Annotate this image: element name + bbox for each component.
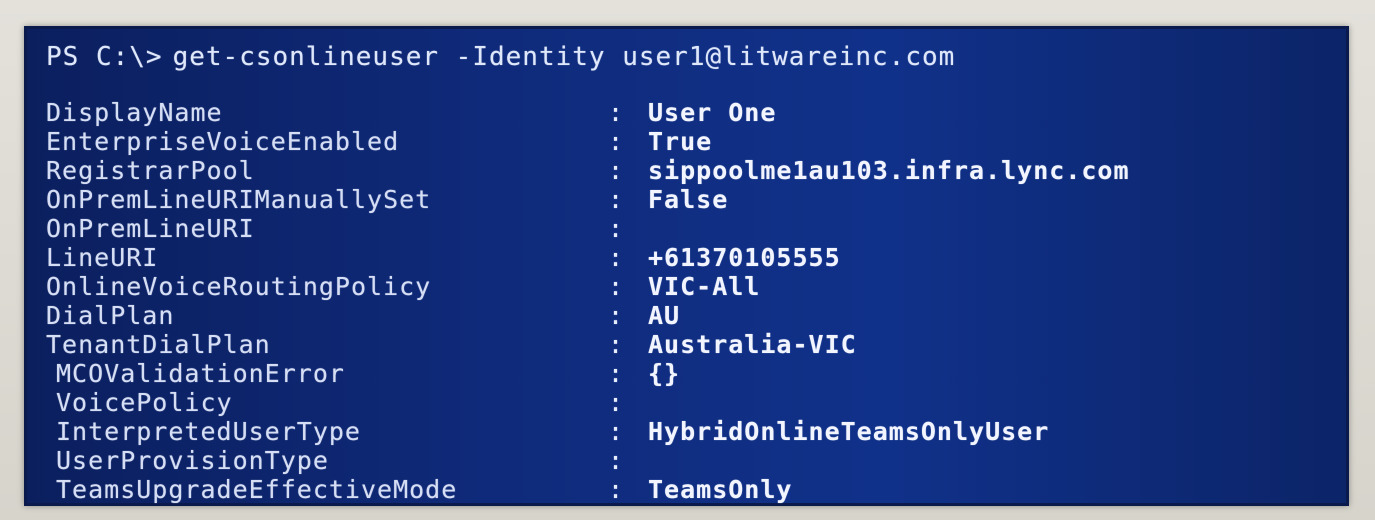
property-name: MCOValidationError: [56, 359, 345, 388]
output-list: DisplayName: User One EnterpriseVoiceEnab…: [46, 98, 1326, 504]
command-text: get-csonlineuser -Identity user1@litware…: [172, 42, 956, 72]
separator: :: [608, 475, 625, 504]
photo-background: PS C:\> get-csonlineuser -Identity user1@…: [0, 0, 1375, 520]
property-name: OnlineVoiceRoutingPolicy: [46, 272, 432, 301]
property-value: HybridOnlineTeamsOnlyUser: [648, 417, 1050, 446]
separator: :: [608, 301, 625, 330]
output-row: EnterpriseVoiceEnabled: True: [46, 127, 1326, 156]
separator: :: [608, 330, 625, 359]
property-name: OnPremLineURIManuallySet: [46, 185, 432, 214]
property-value: Australia-VIC: [648, 330, 857, 359]
property-name: DisplayName: [46, 98, 223, 127]
output-row: DialPlan: AU: [46, 301, 1326, 330]
command-prompt-line: PS C:\> get-csonlineuser -Identity user1@…: [46, 42, 955, 72]
property-value: sippoolme1au103.infra.lync.com: [648, 156, 1130, 185]
separator: :: [608, 417, 625, 446]
output-row: InterpretedUserType: HybridOnlineTeamsOnl…: [46, 417, 1326, 446]
property-value: +61370105555: [648, 243, 841, 272]
output-row: LineURI: +61370105555: [46, 243, 1326, 272]
output-row: OnPremLineURI:: [46, 214, 1326, 243]
property-value: VIC-All: [648, 272, 761, 301]
property-name: InterpretedUserType: [56, 417, 361, 446]
property-name: TeamsUpgradeEffectiveMode: [56, 475, 458, 504]
output-row: MCOValidationError: {}: [46, 359, 1326, 388]
output-row: OnlineVoiceRoutingPolicy: VIC-All: [46, 272, 1326, 301]
property-value: User One: [648, 98, 777, 127]
separator: :: [608, 185, 625, 214]
property-name: DialPlan: [46, 301, 175, 330]
property-value: {}: [648, 359, 681, 388]
separator: :: [608, 446, 625, 475]
output-row: UserProvisionType:: [46, 446, 1326, 475]
property-value: TeamsOnly: [648, 475, 793, 504]
output-row: OnPremLineURIManuallySet: False: [46, 185, 1326, 214]
property-name: UserProvisionType: [56, 446, 329, 475]
separator: :: [608, 127, 625, 156]
separator: :: [608, 243, 625, 272]
property-value: True: [648, 127, 713, 156]
separator: :: [608, 388, 625, 417]
prompt-symbol: PS C:\>: [46, 42, 163, 72]
property-name: EnterpriseVoiceEnabled: [46, 127, 400, 156]
separator: :: [608, 359, 625, 388]
output-row: VoicePolicy:: [46, 388, 1326, 417]
output-row: DisplayName: User One: [46, 98, 1326, 127]
output-row: TenantDialPlan: Australia-VIC: [46, 330, 1326, 359]
property-name: RegistrarPool: [46, 156, 255, 185]
powershell-console[interactable]: PS C:\> get-csonlineuser -Identity user1@…: [24, 26, 1349, 506]
property-name: VoicePolicy: [56, 388, 233, 417]
property-name: TenantDialPlan: [46, 330, 271, 359]
property-name: LineURI: [46, 243, 159, 272]
separator: :: [608, 214, 625, 243]
separator: :: [608, 272, 625, 301]
output-row: TeamsUpgradeEffectiveMode: TeamsOnly: [46, 475, 1326, 504]
separator: :: [608, 98, 625, 127]
property-value: False: [648, 185, 729, 214]
output-row: RegistrarPool: sippoolme1au103.infra.lync…: [46, 156, 1326, 185]
property-value: AU: [648, 301, 681, 330]
separator: :: [608, 156, 625, 185]
property-name: OnPremLineURI: [46, 214, 255, 243]
